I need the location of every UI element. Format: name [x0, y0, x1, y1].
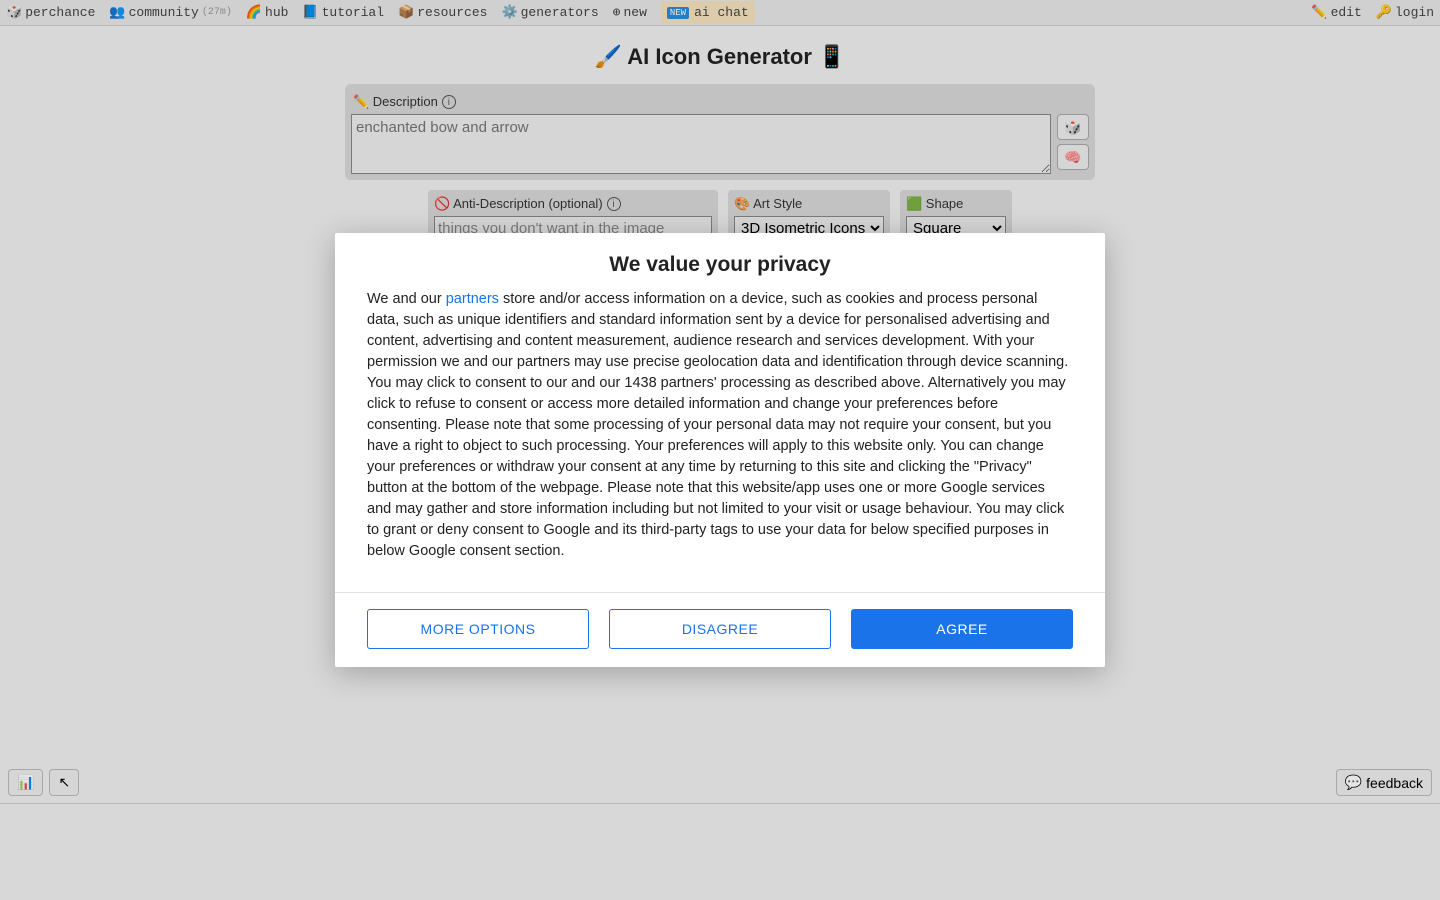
disagree-button[interactable]: DISAGREE	[609, 609, 831, 649]
modal-footer: MORE OPTIONS DISAGREE AGREE	[335, 592, 1105, 667]
modal-title: We value your privacy	[335, 233, 1105, 289]
more-options-button[interactable]: MORE OPTIONS	[367, 609, 589, 649]
modal-body-prefix: We and our	[367, 291, 446, 307]
privacy-modal: We value your privacy We and our partner…	[335, 233, 1105, 667]
partners-link[interactable]: partners	[446, 291, 499, 307]
agree-button[interactable]: AGREE	[851, 609, 1073, 649]
modal-overlay: We value your privacy We and our partner…	[0, 0, 1440, 900]
modal-body-rest: store and/or access information on a dev…	[367, 291, 1068, 559]
modal-body: We and our partners store and/or access …	[335, 289, 1105, 592]
